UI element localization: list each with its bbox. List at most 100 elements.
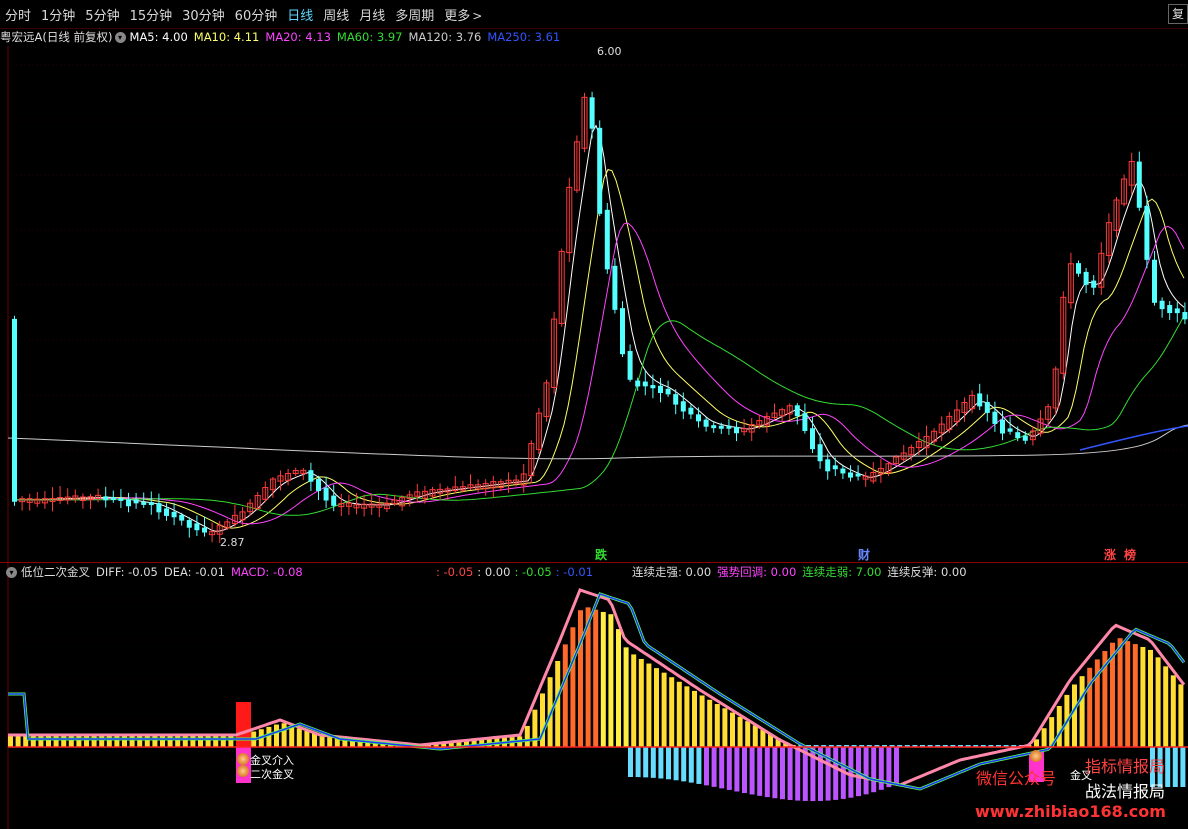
macd-bar xyxy=(848,747,854,798)
macd-bar xyxy=(296,728,302,747)
candle-body xyxy=(331,495,337,506)
candle-body xyxy=(589,97,595,129)
signal-icon xyxy=(237,753,249,765)
candle-body xyxy=(202,527,207,533)
macd-bar xyxy=(1132,644,1138,747)
candle-body xyxy=(855,473,861,477)
extra-value-3: : -0.05 xyxy=(514,565,552,579)
candle-body xyxy=(680,401,686,412)
macd-bar xyxy=(1117,638,1123,747)
candle-body xyxy=(620,308,625,355)
high-price-label: 6.00 xyxy=(597,45,622,58)
url-watermark: www.zhibiao168.com xyxy=(975,802,1166,821)
candle-body xyxy=(726,425,732,429)
macd-bar xyxy=(562,644,568,747)
macd-bar xyxy=(578,610,583,747)
candle-body xyxy=(316,478,321,491)
brand-watermark-2: 战法情报局 xyxy=(1085,782,1166,801)
macd-bar xyxy=(795,747,801,801)
counter-strong: 连续走强: 0.00 xyxy=(632,565,712,579)
macd-bar xyxy=(745,721,751,747)
low-price-label: 2.87 xyxy=(220,536,245,549)
macd-bar xyxy=(863,747,869,795)
candle-body xyxy=(612,265,618,310)
macd-bar xyxy=(658,747,664,779)
macd-bar xyxy=(692,690,697,747)
macd-bar xyxy=(676,681,682,747)
macd-bar xyxy=(524,725,530,747)
candle-body xyxy=(1015,432,1021,439)
event-marker-rise[interactable]: 涨 xyxy=(1104,546,1116,563)
candle-body xyxy=(696,414,701,422)
event-marker-finance[interactable]: 财 xyxy=(858,546,870,563)
macd-bar xyxy=(684,686,690,747)
macd-bar xyxy=(1041,728,1047,747)
candle-body xyxy=(148,502,154,506)
macd-bar xyxy=(638,658,644,747)
macd-bar xyxy=(266,726,272,747)
indicator-settings-icon[interactable]: ▾ xyxy=(6,566,17,578)
macd-bar xyxy=(608,614,614,747)
signal-second-golden-cross: 二次金叉 xyxy=(250,768,294,781)
candle-body xyxy=(711,425,717,429)
macd-bar xyxy=(1172,747,1178,787)
macd-bar xyxy=(749,747,755,795)
macd-bar xyxy=(737,716,743,747)
candle-body xyxy=(688,407,694,415)
candle-body xyxy=(1174,308,1180,314)
candle-body xyxy=(832,465,838,470)
candle-body xyxy=(323,487,329,501)
extra-value-1: : -0.05 xyxy=(436,565,474,579)
macd-bar xyxy=(650,747,656,778)
macd-bar xyxy=(304,730,310,747)
candle-body xyxy=(597,127,603,214)
event-marker-rank[interactable]: 榜 xyxy=(1124,546,1136,563)
macd-bar xyxy=(312,733,317,747)
candle-body xyxy=(650,385,656,389)
macd-bar xyxy=(15,736,21,747)
macd-bar xyxy=(719,747,725,789)
macd-bar xyxy=(722,708,728,747)
candle-body xyxy=(1159,300,1165,310)
candle-body xyxy=(977,393,983,407)
candle-body xyxy=(12,318,17,502)
macd-bar xyxy=(593,609,599,747)
macd-bar xyxy=(833,747,839,800)
candle-body xyxy=(186,520,192,528)
macd-bar xyxy=(1148,649,1153,747)
candle-body xyxy=(848,472,853,478)
kline-chart[interactable] xyxy=(0,0,1188,829)
macd-bar xyxy=(696,747,702,784)
candle-body xyxy=(171,511,177,518)
macd-bar xyxy=(1178,684,1184,747)
macd-bar xyxy=(1180,747,1186,787)
macd-bar xyxy=(532,709,538,747)
macd-bar xyxy=(894,747,899,785)
macd-value: MACD: -0.08 xyxy=(230,565,303,579)
dea-value: DEA: -0.01 xyxy=(163,565,225,579)
candle-body xyxy=(1182,312,1188,320)
macd-bar xyxy=(570,627,576,747)
macd-bar xyxy=(757,747,763,796)
macd-bar xyxy=(673,747,679,781)
candle-body xyxy=(992,411,998,424)
macd-bar xyxy=(752,725,758,747)
candle-body xyxy=(1000,419,1005,434)
extra-value-2: : 0.00 xyxy=(477,565,511,579)
macd-bar xyxy=(711,747,717,787)
candle-body xyxy=(156,503,162,513)
macd-bar xyxy=(734,747,740,792)
ma20-line xyxy=(12,222,1185,525)
event-marker-fall[interactable]: 跌 xyxy=(595,546,607,563)
candle-body xyxy=(179,514,185,521)
candle-body xyxy=(194,523,200,531)
candle-body xyxy=(665,388,671,395)
macd-bar xyxy=(764,747,770,798)
macd-bar xyxy=(688,747,694,783)
counter-pullback: 强势回调: 0.00 xyxy=(717,565,797,579)
macd-bar xyxy=(1165,747,1171,787)
macd-bar xyxy=(787,747,793,800)
macd-bar xyxy=(274,724,279,747)
macd-bar xyxy=(616,629,621,747)
candle-body xyxy=(1083,271,1089,285)
